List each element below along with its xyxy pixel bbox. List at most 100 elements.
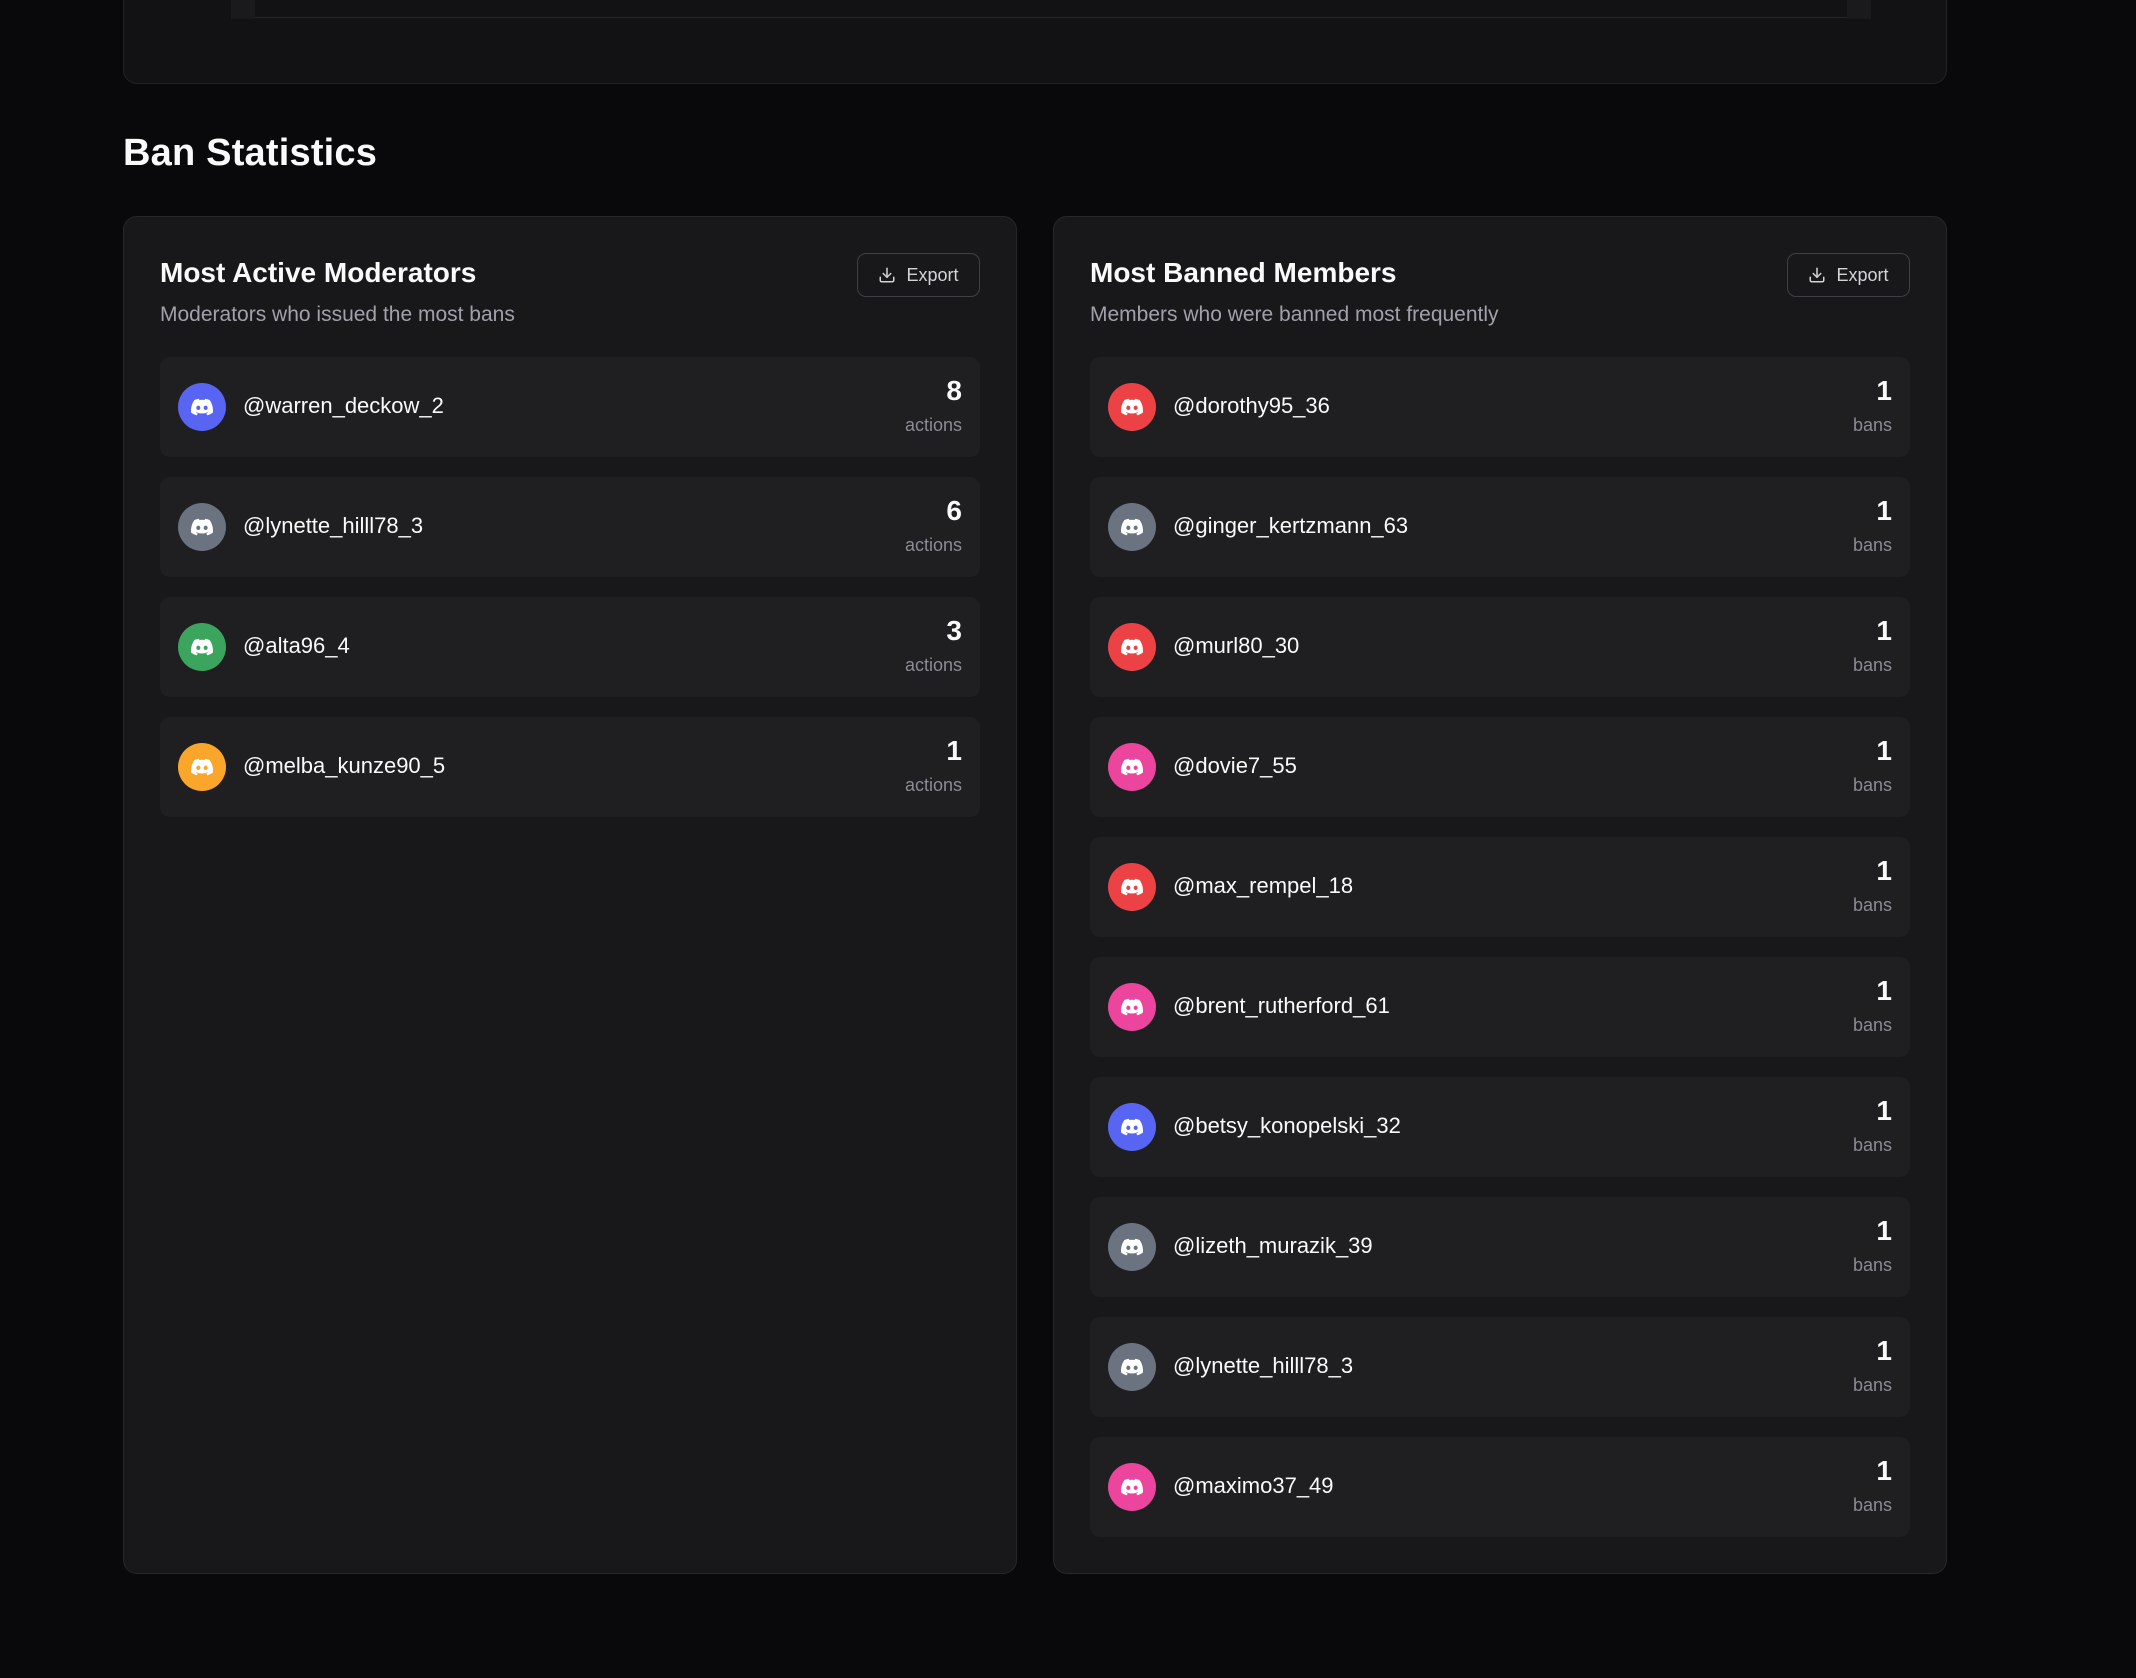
export-banned-button[interactable]: Export (1787, 253, 1910, 297)
username: @ginger_kertzmann_63 (1173, 513, 1409, 538)
count-unit: actions (904, 535, 962, 555)
username: @lynette_hilll78_3 (1173, 1353, 1354, 1378)
username: @warren_deckow_2 (243, 393, 444, 418)
count-value: 1 (1876, 1455, 1892, 1486)
panel-title: Most Banned Members (1090, 257, 1397, 288)
discord-icon (1121, 638, 1144, 656)
discord-icon (191, 758, 214, 776)
page: Ban Statistics Most Active Moderators Mo… (0, 0, 2136, 1678)
avatar (1108, 1103, 1156, 1151)
count-value: 1 (1876, 615, 1892, 646)
username: @murl80_30 (1173, 633, 1300, 658)
panel-subtitle: Members who were banned most frequently (1090, 303, 1499, 326)
count-unit: bans (1852, 1135, 1892, 1155)
list-item[interactable]: @dovie7_55 1 bans (1090, 717, 1910, 817)
download-icon (879, 267, 895, 283)
list-item[interactable]: @alta96_4 3 actions (160, 597, 980, 697)
moderators-panel: Most Active Moderators Moderators who is… (123, 216, 1017, 1574)
avatar (1108, 623, 1156, 671)
discord-icon (1121, 1478, 1144, 1496)
avatar (178, 383, 226, 431)
count-unit: actions (904, 415, 962, 435)
avatar (178, 623, 226, 671)
avatar (1108, 1223, 1156, 1271)
avatar (1108, 743, 1156, 791)
list-item[interactable]: @melba_kunze90_5 1 actions (160, 717, 980, 817)
count-value: 1 (1876, 375, 1892, 406)
count-unit: actions (904, 655, 962, 675)
count-unit: bans (1852, 535, 1892, 555)
count-unit: bans (1852, 895, 1892, 915)
list-item[interactable]: @ginger_kertzmann_63 1 bans (1090, 477, 1910, 577)
discord-icon (1121, 518, 1144, 536)
avatar (178, 743, 226, 791)
avatar (178, 503, 226, 551)
discord-icon (191, 638, 214, 656)
count-value: 1 (1876, 975, 1892, 1006)
moderators-list: @warren_deckow_2 8 actions @lynette_hilll78… (160, 357, 980, 837)
count-value: 1 (1876, 1215, 1892, 1246)
previous-card (123, 0, 1947, 84)
list-item[interactable]: @betsy_konopelski_32 1 bans (1090, 1077, 1910, 1177)
avatar (1108, 1463, 1156, 1511)
discord-icon (1121, 1358, 1144, 1376)
discord-icon (1121, 1118, 1144, 1136)
count-unit: bans (1852, 1375, 1892, 1395)
username: @betsy_konopelski_32 (1173, 1113, 1401, 1138)
list-item[interactable]: @lizeth_murazik_39 1 bans (1090, 1197, 1910, 1297)
banned-panel: Most Banned Members Members who were ban… (1053, 216, 1947, 1574)
banned-list: @dorothy95_36 1 bans @ginger_kertzmann_63 1 b… (1090, 357, 1910, 1557)
discord-icon (1121, 1238, 1144, 1256)
username: @dovie7_55 (1173, 753, 1297, 778)
discord-icon (1121, 998, 1144, 1016)
panel-subtitle: Moderators who issued the most bans (160, 303, 515, 326)
username: @maximo37_49 (1173, 1473, 1334, 1498)
avatar (1108, 983, 1156, 1031)
count-value: 1 (1876, 735, 1892, 766)
count-unit: bans (1852, 1255, 1892, 1275)
discord-icon (191, 518, 214, 536)
count-value: 1 (1876, 495, 1892, 526)
username: @alta96_4 (243, 633, 350, 658)
discord-icon (1121, 758, 1144, 776)
list-item[interactable]: @murl80_30 1 bans (1090, 597, 1910, 697)
section-title: Ban Statistics (123, 132, 378, 174)
panel-title: Most Active Moderators (160, 257, 477, 288)
username: @brent_rutherford_61 (1173, 993, 1390, 1018)
username: @lizeth_murazik_39 (1173, 1233, 1373, 1258)
count-value: 8 (946, 375, 962, 406)
discord-icon (1121, 398, 1144, 416)
avatar (1108, 1343, 1156, 1391)
count-unit: bans (1852, 1015, 1892, 1035)
discord-icon (1121, 878, 1144, 896)
count-unit: bans (1852, 415, 1892, 435)
scrollbar-right (1847, 0, 1871, 19)
count-value: 3 (946, 615, 962, 646)
discord-icon (191, 398, 214, 416)
count-value: 1 (1876, 855, 1892, 886)
list-item[interactable]: @brent_rutherford_61 1 bans (1090, 957, 1910, 1057)
list-item[interactable]: @max_rempel_18 1 bans (1090, 837, 1910, 937)
count-value: 6 (946, 495, 962, 526)
avatar (1108, 503, 1156, 551)
list-item[interactable]: @lynette_hilll78_3 6 actions (160, 477, 980, 577)
username: @lynette_hilll78_3 (243, 513, 424, 538)
export-moderators-button[interactable]: Export (857, 253, 980, 297)
count-unit: bans (1852, 775, 1892, 795)
count-value: 1 (1876, 1335, 1892, 1366)
avatar (1108, 383, 1156, 431)
list-item[interactable]: @dorothy95_36 1 bans (1090, 357, 1910, 457)
count-unit: bans (1852, 1495, 1892, 1515)
count-value: 1 (1876, 1095, 1892, 1126)
list-item[interactable]: @maximo37_49 1 bans (1090, 1437, 1910, 1537)
count-unit: bans (1852, 655, 1892, 675)
list-item[interactable]: @lynette_hilll78_3 1 bans (1090, 1317, 1910, 1417)
username: @max_rempel_18 (1173, 873, 1354, 898)
count-value: 1 (946, 735, 962, 766)
list-item[interactable]: @warren_deckow_2 8 actions (160, 357, 980, 457)
download-icon (1809, 267, 1825, 283)
count-unit: actions (904, 775, 962, 795)
scrollbar-left (231, 0, 255, 19)
avatar (1108, 863, 1156, 911)
previous-card-content (231, 0, 1871, 19)
